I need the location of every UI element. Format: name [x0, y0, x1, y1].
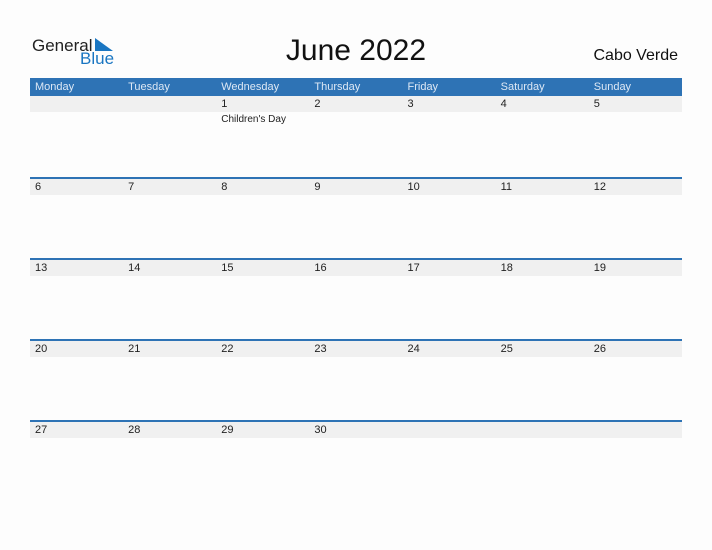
day-event — [30, 112, 123, 125]
day-number: 29 — [221, 424, 234, 436]
weekday-sunday: Sunday — [593, 81, 632, 93]
day-event — [403, 276, 496, 278]
day-event — [589, 438, 682, 440]
weekday-header: Monday Tuesday Wednesday Thursday Friday Satu… — [30, 78, 682, 96]
day-number: 22 — [221, 343, 234, 355]
day-number: 13 — [35, 262, 48, 274]
week-row: 6 7 8 9 10 11 12 — [30, 177, 682, 258]
day-event — [496, 357, 589, 359]
day-event — [403, 357, 496, 359]
day-number: 12 — [593, 181, 606, 193]
weekday-thursday: Thursday — [314, 81, 361, 93]
day-number: 5 — [593, 98, 600, 110]
day-event — [216, 276, 309, 278]
events-row — [30, 357, 682, 359]
day-number: 21 — [128, 343, 141, 355]
date-strip: 13 14 15 16 17 18 19 — [30, 260, 682, 276]
day-event — [589, 112, 682, 125]
day-event — [589, 195, 682, 197]
day-event — [496, 276, 589, 278]
day-event — [123, 276, 216, 278]
day-event — [403, 112, 496, 125]
day-event — [216, 438, 309, 440]
day-number: 18 — [500, 262, 513, 274]
day-number: 1 — [221, 98, 228, 110]
day-number — [30, 96, 123, 112]
day-event — [30, 195, 123, 197]
day-number — [589, 422, 682, 438]
day-number: 30 — [314, 424, 327, 436]
date-strip: 1 2 3 4 5 — [30, 96, 682, 112]
day-event — [309, 357, 402, 359]
weekday-tuesday: Tuesday — [128, 81, 170, 93]
day-event — [403, 438, 496, 440]
day-number: 2 — [314, 98, 321, 110]
day-number: 3 — [407, 98, 414, 110]
day-event — [123, 357, 216, 359]
events-row: Children's Day — [30, 112, 682, 125]
day-event — [30, 357, 123, 359]
day-number: 28 — [128, 424, 141, 436]
day-number: 14 — [128, 262, 141, 274]
day-event — [123, 112, 216, 125]
day-number: 9 — [314, 181, 321, 193]
day-event — [123, 438, 216, 440]
day-event — [496, 195, 589, 197]
day-number: 19 — [593, 262, 606, 274]
day-event — [309, 276, 402, 278]
weekday-saturday: Saturday — [500, 81, 545, 93]
day-number: 25 — [500, 343, 513, 355]
day-event — [309, 438, 402, 440]
events-row — [30, 438, 682, 440]
day-number: 11 — [500, 181, 513, 193]
day-number — [403, 422, 496, 438]
day-event: Children's Day — [221, 114, 286, 125]
day-number: 15 — [221, 262, 234, 274]
day-event — [403, 195, 496, 197]
day-event — [589, 357, 682, 359]
calendar-grid: Monday Tuesday Wednesday Thursday Friday Satu… — [30, 78, 682, 501]
date-strip: 27 28 29 30 — [30, 422, 682, 438]
country-name: Cabo Verde — [593, 47, 678, 64]
date-strip: 20 21 22 23 24 25 26 — [30, 341, 682, 357]
day-number — [123, 96, 216, 112]
day-event — [30, 438, 123, 440]
day-number: 7 — [128, 181, 135, 193]
day-event — [216, 357, 309, 359]
day-event — [589, 276, 682, 278]
day-number — [496, 422, 589, 438]
day-event — [216, 195, 309, 197]
week-row: 20 21 22 23 24 25 26 — [30, 339, 682, 420]
day-event — [496, 438, 589, 440]
events-row — [30, 195, 682, 197]
events-row — [30, 276, 682, 278]
day-number: 20 — [35, 343, 48, 355]
day-number: 23 — [314, 343, 327, 355]
day-event — [309, 112, 402, 125]
day-event — [30, 276, 123, 278]
day-number: 10 — [407, 181, 420, 193]
day-number: 27 — [35, 424, 48, 436]
weekday-friday: Friday — [407, 81, 439, 93]
weekday-wednesday: Wednesday — [221, 81, 280, 93]
day-event — [309, 195, 402, 197]
day-number: 8 — [221, 181, 228, 193]
day-number: 24 — [407, 343, 420, 355]
day-event — [496, 112, 589, 125]
day-number: 4 — [500, 98, 507, 110]
day-number: 17 — [407, 262, 420, 274]
week-row: 13 14 15 16 17 18 19 — [30, 258, 682, 339]
day-number: 6 — [35, 181, 42, 193]
day-event — [123, 195, 216, 197]
day-number: 26 — [593, 343, 606, 355]
date-strip: 6 7 8 9 10 11 12 — [30, 179, 682, 195]
week-row: 27 28 29 30 — [30, 420, 682, 501]
week-row: 1 2 3 4 5 Children's Day — [30, 96, 682, 177]
weekday-monday: Monday — [35, 81, 75, 93]
day-number: 16 — [314, 262, 327, 274]
